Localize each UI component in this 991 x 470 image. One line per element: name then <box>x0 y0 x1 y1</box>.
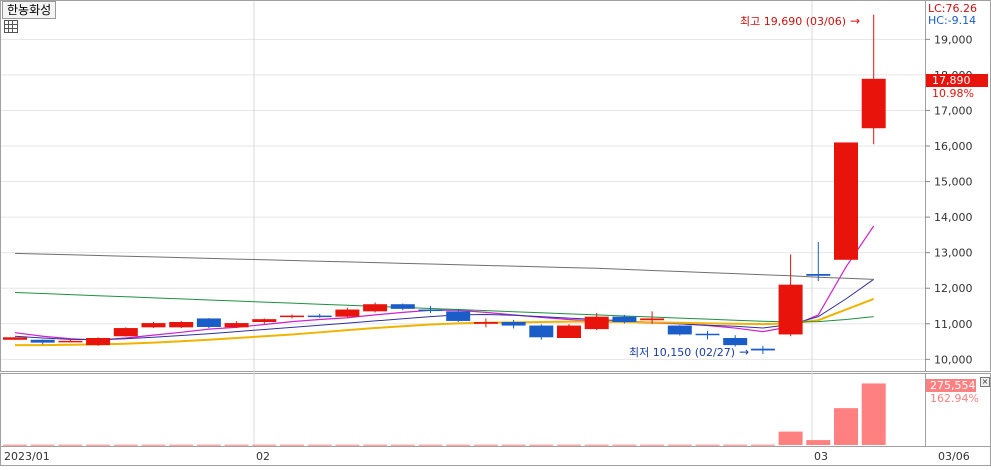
candle-body <box>3 337 27 340</box>
volume-bar <box>695 444 720 446</box>
date-tick-label: 03/06 <box>938 450 970 463</box>
volume-bar <box>280 444 304 446</box>
candle <box>113 327 138 337</box>
volume-bar <box>418 444 443 446</box>
candle-body <box>584 316 609 330</box>
candle-body <box>667 325 692 335</box>
volume-bar <box>723 444 748 446</box>
candle-body <box>363 304 388 312</box>
volume-bar <box>169 444 194 446</box>
volume-bar <box>612 444 637 446</box>
price-tick-label: 19,000 <box>934 33 973 46</box>
candle-body <box>446 311 471 321</box>
table-grid-icon[interactable] <box>4 20 18 33</box>
date-axis-frame <box>0 446 991 466</box>
candle-body <box>30 339 55 343</box>
stock-name-label[interactable]: 한농화성 <box>2 1 57 19</box>
candle-body <box>806 274 831 276</box>
candle-body <box>390 304 415 309</box>
candle-body <box>473 322 498 324</box>
date-tick-label: 2023/01 <box>4 450 50 463</box>
volume-bar <box>335 444 360 446</box>
price-tick-label: 13,000 <box>934 247 973 260</box>
price-tick-label: 16,000 <box>934 140 973 153</box>
candle-body <box>113 328 138 337</box>
volume-bar <box>529 444 554 446</box>
price-tick-label: 10,000 <box>934 353 973 366</box>
volume-bar <box>113 444 138 446</box>
candle <box>86 337 111 346</box>
hc-label: HC:-9.14 <box>928 14 976 27</box>
volume-bar <box>196 444 221 446</box>
date-tick-label: 03 <box>814 450 828 463</box>
volume-bar <box>778 431 803 445</box>
candle-body <box>252 319 277 322</box>
volume-bar <box>473 444 498 446</box>
volume-bar <box>3 444 27 446</box>
volume-bar <box>667 444 692 446</box>
price-tick-label: 14,000 <box>934 211 973 224</box>
volume-bar <box>750 444 775 446</box>
candle <box>557 324 581 338</box>
candle <box>834 142 858 260</box>
candle-body <box>529 325 554 338</box>
volume-bar <box>584 444 609 446</box>
volume-bar <box>252 444 277 446</box>
stock-chart[interactable]: 10,000 11,000 12,000 13,000 14,000 15,000 16,0… <box>0 0 991 466</box>
candle-body <box>612 316 637 322</box>
candle <box>3 337 27 340</box>
low-annotation: 최저 10,150 (02/27) <box>629 346 735 359</box>
volume-bar <box>390 444 415 446</box>
candle <box>196 318 221 329</box>
candle-body <box>640 318 665 321</box>
candle <box>667 325 692 336</box>
candle-body <box>778 284 803 335</box>
volume-bar <box>86 444 111 446</box>
volume-bar <box>141 444 166 446</box>
candle-body <box>501 322 526 326</box>
volume-bar <box>58 444 83 446</box>
candle-body <box>196 318 221 327</box>
candle-body <box>695 333 720 336</box>
volume-bar <box>557 444 581 446</box>
candle-body <box>280 315 304 318</box>
volume-bar <box>501 444 526 446</box>
high-arrow: → <box>850 14 860 28</box>
volume-bar <box>834 408 858 445</box>
price-tick-label: 15,000 <box>934 176 973 189</box>
candle-body <box>58 340 83 343</box>
candle-body <box>86 338 111 346</box>
candle-body <box>169 322 194 328</box>
high-annotation: 최고 19,690 (03/06) <box>740 15 846 28</box>
volume-bar <box>640 444 665 446</box>
price-tick-label: 11,000 <box>934 318 973 331</box>
volume-bar <box>224 444 249 446</box>
candle-body <box>307 315 332 318</box>
date-tick-label: 02 <box>256 450 270 463</box>
candle-body <box>834 142 858 260</box>
candle-body <box>335 309 360 317</box>
volume-bar <box>806 440 831 445</box>
candle-body <box>141 323 166 328</box>
volume-bar <box>307 444 332 446</box>
candle-body <box>418 309 443 312</box>
candle-body <box>750 348 775 351</box>
low-arrow: → <box>739 345 749 359</box>
current-price-label: 17,890 <box>932 74 971 87</box>
candle-body <box>557 325 581 338</box>
volume-bar <box>363 444 388 446</box>
price-tick-label: 17,000 <box>934 104 973 117</box>
candle-body <box>224 323 249 328</box>
close-icon[interactable]: × <box>980 377 990 387</box>
current-volume-label: 275,554 <box>930 379 976 392</box>
volume-bar <box>30 444 55 446</box>
candle-body <box>861 78 886 129</box>
volume-change-label: 162.94% <box>930 392 979 405</box>
change-percent-label: 10.98% <box>932 87 974 100</box>
volume-bar <box>861 383 886 445</box>
volume-bar <box>446 444 471 446</box>
price-tick-label: 12,000 <box>934 282 973 295</box>
candle <box>169 320 194 329</box>
